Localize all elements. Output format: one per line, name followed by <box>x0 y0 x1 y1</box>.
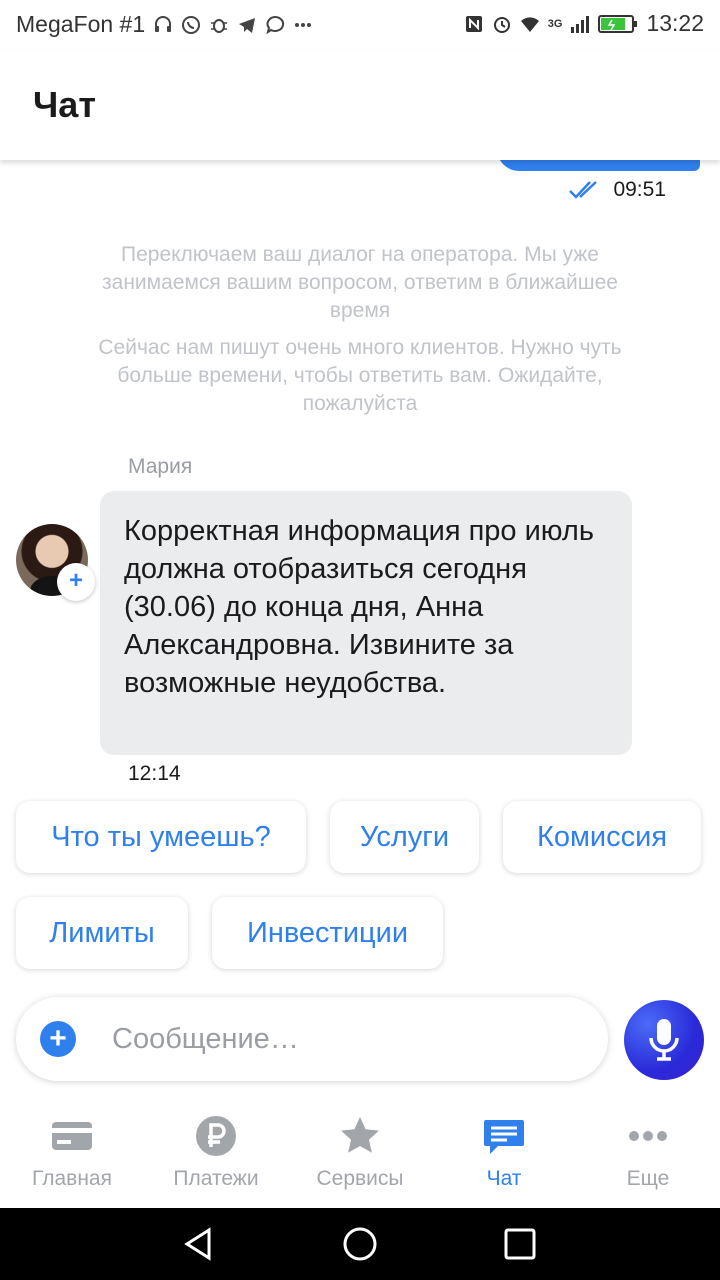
tab-label: Чат <box>486 1167 522 1190</box>
quick-reply-chip[interactable]: Услуги <box>330 801 479 873</box>
message-input[interactable] <box>112 1017 582 1061</box>
tab-services[interactable]: Сервисы <box>288 1100 432 1208</box>
outgoing-meta: 09:51 <box>569 178 666 202</box>
system-nav-bar <box>0 1208 720 1280</box>
microphone-icon <box>649 1019 679 1061</box>
read-checkmarks-icon <box>569 181 598 199</box>
chat-icon <box>484 1120 524 1154</box>
nfc-icon <box>465 15 482 32</box>
card-icon <box>52 1122 92 1150</box>
quick-reply-chip[interactable]: Лимиты <box>16 897 188 969</box>
wifi-icon <box>520 16 539 32</box>
whatsapp-icon <box>182 15 201 34</box>
battery-icon <box>598 14 638 33</box>
outgoing-time: 09:51 <box>613 178 666 201</box>
telegram-icon <box>239 17 256 33</box>
app-header: Чат <box>0 50 720 160</box>
tab-label: Главная <box>32 1167 112 1190</box>
more-icon <box>629 1131 667 1141</box>
tab-label: Сервисы <box>316 1167 404 1190</box>
carrier-name: MegaFon #1 <box>16 11 146 37</box>
voice-message-button[interactable] <box>624 1000 704 1080</box>
incoming-message-bubble[interactable]: Корректная информация про июль должна от… <box>100 491 632 755</box>
system-message: Переключаем ваш диалог на оператора. Мы … <box>102 243 618 322</box>
ruble-icon <box>196 1116 236 1156</box>
add-contact-icon[interactable]: + <box>57 563 95 601</box>
bug-icon <box>211 18 228 33</box>
bottom-tab-bar: Главная Платежи Сервисы Чат Еще <box>0 1100 720 1208</box>
quick-reply-chip[interactable]: Инвестиции <box>212 897 443 969</box>
quick-reply-chip[interactable]: Комиссия <box>503 801 701 873</box>
quick-reply-chip[interactable]: Что ты умеешь? <box>16 801 306 873</box>
status-time: 13:22 <box>646 10 704 36</box>
attach-plus-button[interactable]: + <box>40 1021 76 1057</box>
back-icon[interactable] <box>181 1226 217 1262</box>
signal-icon <box>571 15 590 33</box>
headset-icon <box>155 15 172 32</box>
alarm-icon <box>493 16 510 33</box>
message-composer: + <box>16 997 608 1081</box>
status-bar: MegaFon #1 3G 13:22 <box>0 0 720 50</box>
recents-icon[interactable] <box>502 1226 538 1262</box>
more-notifications-icon <box>295 22 312 27</box>
tab-payments[interactable]: Платежи <box>144 1100 288 1208</box>
incoming-time: 12:14 <box>128 762 181 785</box>
page-title: Чат <box>33 84 96 125</box>
status-right: 3G 13:22 <box>464 10 704 37</box>
status-left: MegaFon #1 <box>16 11 313 38</box>
tab-label: Еще <box>626 1167 670 1190</box>
tab-chat[interactable]: Чат <box>432 1100 576 1208</box>
system-message: Сейчас нам пишут очень много клиентов. Н… <box>98 336 622 415</box>
tab-more[interactable]: Еще <box>576 1100 720 1208</box>
star-icon <box>341 1117 379 1153</box>
tab-main[interactable]: Главная <box>0 1100 144 1208</box>
outgoing-message-bubble[interactable] <box>497 160 700 171</box>
viber-icon <box>266 15 285 34</box>
network-type: 3G <box>547 17 563 30</box>
home-icon[interactable] <box>342 1226 378 1262</box>
tab-label: Платежи <box>173 1167 259 1190</box>
sender-name: Мария <box>128 455 193 478</box>
